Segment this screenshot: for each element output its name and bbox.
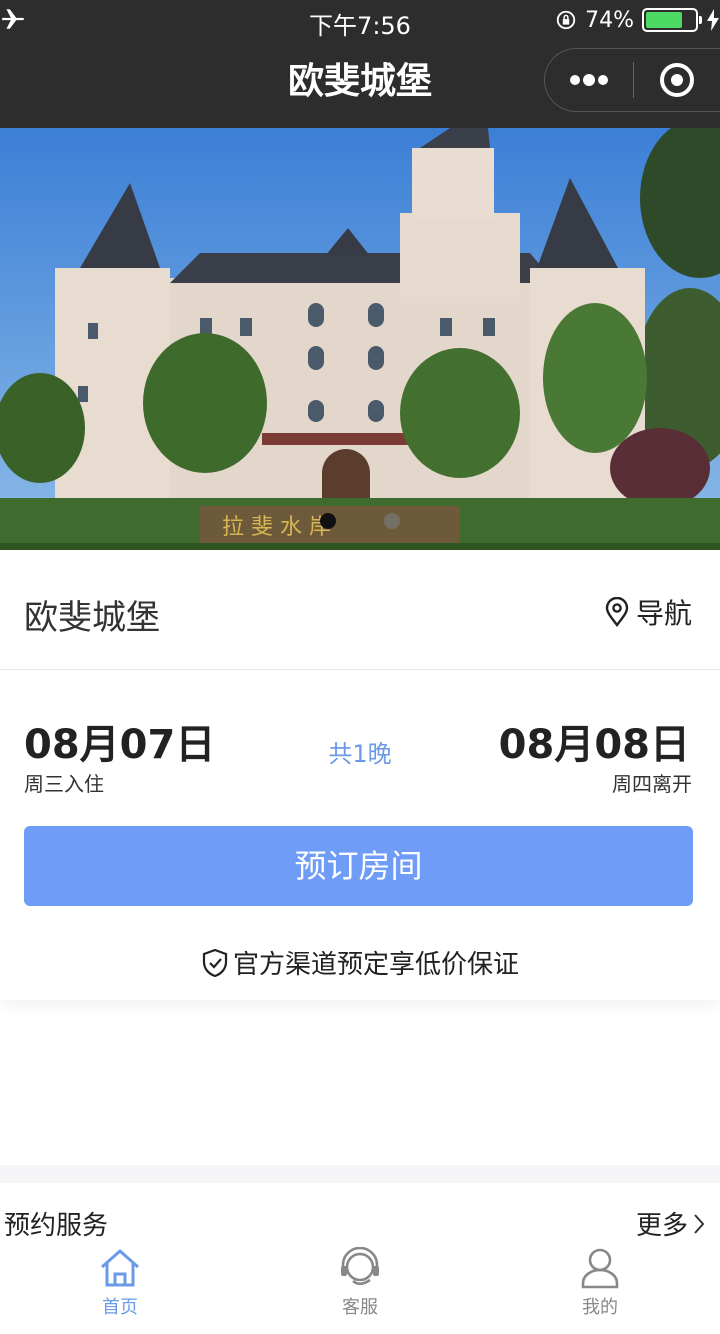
tab-service[interactable]: 客服: [240, 1243, 480, 1334]
hotel-row: 欧斐城堡 导航: [0, 550, 720, 670]
shield-check-icon: [202, 948, 228, 977]
battery-fill: [646, 12, 682, 28]
castle-photo: 拉 斐 水 岸: [0, 128, 720, 550]
price-guarantee: 官方渠道预定享低价保证: [0, 944, 720, 981]
target-close-icon: [660, 63, 694, 97]
miniprogram-capsule: [544, 48, 720, 112]
battery-percent: 74%: [585, 7, 634, 33]
more-services-link[interactable]: 更多: [636, 1205, 706, 1242]
rotation-lock-icon: [556, 10, 576, 30]
status-bar: 下午7:56 74%: [0, 0, 720, 40]
carousel-indicator: [0, 513, 720, 529]
close-button[interactable]: [634, 48, 720, 112]
carousel-dot-2: [384, 513, 400, 529]
tab-home-label: 首页: [102, 1297, 138, 1318]
more-label: 更多: [635, 1211, 688, 1241]
booking-card: 欧斐城堡 导航 08月07日 周三入住 共1晚 08月08日 周四离开 预订房间…: [0, 550, 720, 1000]
headset-icon: [341, 1247, 379, 1286]
battery-icon: [642, 8, 702, 32]
tab-profile[interactable]: 我的: [480, 1243, 720, 1334]
section-divider: [0, 1165, 720, 1183]
checkin-label: 周三入住: [24, 772, 104, 796]
book-room-button[interactable]: 预订房间: [24, 826, 693, 906]
hero-carousel[interactable]: 拉 斐 水 岸: [0, 128, 720, 550]
status-right: 74%: [555, 6, 720, 34]
tab-home[interactable]: 首页: [0, 1243, 240, 1334]
checkout-date[interactable]: 08月08日: [499, 712, 690, 770]
hotel-name: 欧斐城堡: [24, 598, 160, 638]
user-icon: [581, 1248, 619, 1289]
home-icon: [101, 1249, 139, 1287]
more-button[interactable]: [545, 48, 633, 112]
tab-service-label: 客服: [342, 1297, 378, 1318]
services-header: 预约服务 更多: [0, 1183, 720, 1243]
services-title: 预约服务: [4, 1211, 109, 1241]
navigate-label: 导航: [635, 597, 692, 630]
charging-bolt-icon: [707, 9, 719, 31]
tab-profile-label: 我的: [582, 1297, 618, 1318]
guarantee-text: 官方渠道预定享低价保证: [232, 950, 519, 980]
navigate-button[interactable]: 导航: [604, 592, 692, 632]
carousel-dot-1: [320, 513, 336, 529]
checkout-label: 周四离开: [612, 772, 692, 796]
location-pin-icon: [605, 597, 629, 627]
more-dots-icon: [570, 74, 608, 86]
tab-bar: 首页 客服 我的: [0, 1243, 720, 1334]
top-bar: 下午7:56 74% 欧斐城堡: [0, 0, 720, 128]
chevron-right-icon: [694, 1213, 705, 1234]
